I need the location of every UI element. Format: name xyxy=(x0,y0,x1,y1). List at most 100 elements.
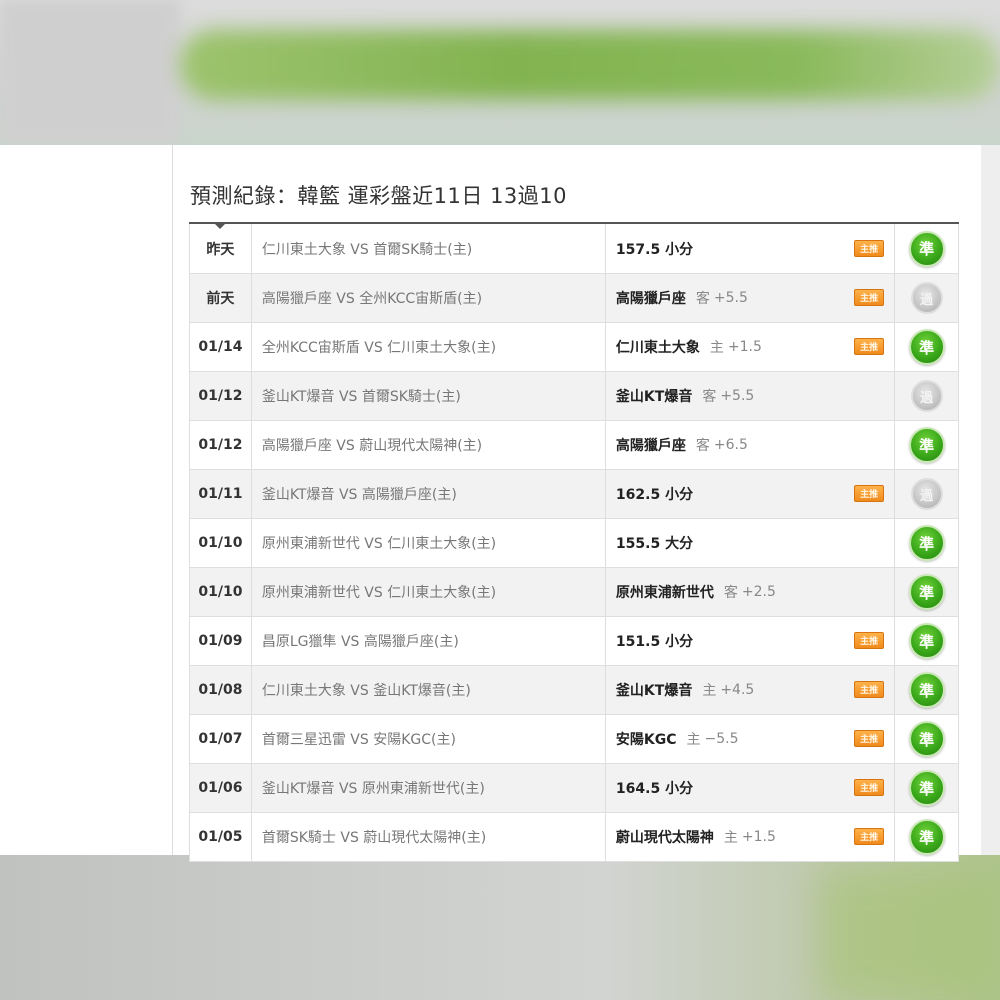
row-result: 準 xyxy=(895,715,959,763)
row-date: 01/10 xyxy=(190,519,252,567)
table-row[interactable]: 01/14 全州KCC宙斯盾 VS 仁川東土大象(主) 仁川東土大象主 +1.5 主推 準 xyxy=(189,323,959,372)
row-pick: 151.5 小分 主推 xyxy=(606,617,896,665)
row-match[interactable]: 全州KCC宙斯盾 VS 仁川東土大象(主) xyxy=(252,323,606,371)
row-result: 準 xyxy=(895,224,959,273)
table-row[interactable]: 01/08 仁川東土大象 VS 釜山KT爆音(主) 釜山KT爆音主 +4.5 主推 準 xyxy=(189,666,959,715)
blurred-green-blob xyxy=(820,870,1000,1000)
table-row[interactable]: 01/06 釜山KT爆音 VS 原州東浦新世代(主) 164.5 小分 主推 準 xyxy=(189,764,959,813)
result-hit-badge: 準 xyxy=(908,230,945,267)
result-hit-badge: 準 xyxy=(908,770,945,806)
row-result: 過 xyxy=(895,274,959,322)
row-match[interactable]: 釜山KT爆音 VS 原州東浦新世代(主) xyxy=(252,764,606,812)
hot-pick-badge: 主推 xyxy=(854,485,885,502)
tab-pointer-indicator xyxy=(213,222,227,229)
row-pick: 原州東浦新世代客 +2.5 xyxy=(606,568,896,616)
row-match[interactable]: 首爾SK騎士 VS 蔚山現代太陽神(主) xyxy=(252,813,606,861)
row-match[interactable]: 仁川東土大象 VS 首爾SK騎士(主) xyxy=(252,224,606,273)
row-date: 01/09 xyxy=(190,617,252,665)
prediction-record-table: 昨天 仁川東土大象 VS 首爾SK騎士(主) 157.5 小分 主推準前天 高陽獵戶座 … xyxy=(189,222,959,862)
row-result: 準 xyxy=(895,666,959,714)
pick-side: 客 xyxy=(723,585,738,601)
result-push-badge: 過 xyxy=(910,380,943,412)
table-row[interactable]: 01/10 原州東浦新世代 VS 仁川東土大象(主) 原州東浦新世代客 +2.5 準 xyxy=(189,568,959,617)
pick-side: 主 xyxy=(702,683,717,699)
hot-pick-badge: 主推 xyxy=(854,681,885,698)
blurred-backdrop-top-left xyxy=(0,0,180,145)
row-pick: 155.5 大分 xyxy=(606,519,896,567)
hot-pick-badge: 主推 xyxy=(854,730,885,747)
row-match[interactable]: 首爾三星迅雷 VS 安陽KGC(主) xyxy=(252,715,606,763)
table-row[interactable]: 01/10 原州東浦新世代 VS 仁川東土大象(主) 155.5 大分 準 xyxy=(189,519,959,568)
result-hit-badge: 準 xyxy=(908,623,945,659)
table-row[interactable]: 昨天 仁川東土大象 VS 首爾SK騎士(主) 157.5 小分 主推 準 xyxy=(189,224,959,274)
pick-handicap: +2.5 xyxy=(741,584,776,600)
table-row[interactable]: 前天 高陽獵戶座 VS 全州KCC宙斯盾(主) 高陽獵戶座客 +5.5 主推 過 xyxy=(189,274,959,323)
row-match[interactable]: 昌原LG獵隼 VS 高陽獵戶座(主) xyxy=(252,617,606,665)
row-match[interactable]: 原州東浦新世代 VS 仁川東土大象(主) xyxy=(252,568,606,616)
hot-pick-badge: 主推 xyxy=(854,828,885,845)
blurred-green-banner xyxy=(180,30,1000,100)
row-pick: 162.5 小分 主推 xyxy=(606,470,896,518)
row-result: 準 xyxy=(895,617,959,665)
hot-pick-badge: 主推 xyxy=(854,338,885,355)
row-date: 前天 xyxy=(190,274,252,322)
row-pick: 高陽獵戶座客 +6.5 xyxy=(606,421,896,469)
row-pick: 蔚山現代太陽神主 +1.5 主推 xyxy=(606,813,896,861)
table-row[interactable]: 01/05 首爾SK騎士 VS 蔚山現代太陽神(主) 蔚山現代太陽神主 +1.5 主推 準 xyxy=(189,813,959,862)
row-date: 01/08 xyxy=(190,666,252,714)
hot-pick-badge: 主推 xyxy=(854,239,885,257)
table-row[interactable]: 01/07 首爾三星迅雷 VS 安陽KGC(主) 安陽KGC 主 −5.5 主推 準 xyxy=(189,715,959,764)
table-row[interactable]: 01/09 昌原LG獵隼 VS 高陽獵戶座(主) 151.5 小分 主推 準 xyxy=(189,617,959,666)
row-date: 01/07 xyxy=(190,715,252,763)
pick-side: 主 xyxy=(686,732,701,748)
row-date: 01/10 xyxy=(190,568,252,616)
row-match[interactable]: 高陽獵戶座 VS 全州KCC宙斯盾(主) xyxy=(252,274,606,322)
table-row[interactable]: 01/11 釜山KT爆音 VS 高陽獵戶座(主) 162.5 小分 主推 過 xyxy=(189,470,959,519)
pick-handicap: −5.5 xyxy=(704,731,739,747)
pick-label: 高陽獵戶座 xyxy=(615,291,686,307)
pick-label: 原州東浦新世代 xyxy=(615,585,714,601)
row-date: 01/11 xyxy=(190,470,252,518)
pick-side: 主 xyxy=(723,830,738,846)
row-match[interactable]: 釜山KT爆音 VS 首爾SK騎士(主) xyxy=(252,372,606,420)
row-result: 準 xyxy=(895,323,959,371)
row-date: 01/12 xyxy=(190,421,252,469)
pick-label: 釜山KT爆音 xyxy=(615,683,693,699)
result-hit-badge: 準 xyxy=(908,672,945,708)
table-row[interactable]: 01/12 高陽獵戶座 VS 蔚山現代太陽神(主) 高陽獵戶座客 +6.5 準 xyxy=(189,421,959,470)
pick-handicap: +6.5 xyxy=(713,437,748,453)
pick-side: 客 xyxy=(695,291,710,307)
result-hit-badge: 準 xyxy=(908,525,945,561)
row-date: 01/06 xyxy=(190,764,252,812)
row-pick: 仁川東土大象主 +1.5 主推 xyxy=(606,323,896,371)
pick-label: 155.5 大分 xyxy=(615,536,694,552)
pick-label: 蔚山現代太陽神 xyxy=(615,830,714,846)
pick-label: 151.5 小分 xyxy=(615,634,694,650)
pick-label: 162.5 小分 xyxy=(615,487,694,503)
row-date: 01/14 xyxy=(190,323,252,371)
page-title: 預測紀錄：韓籃 運彩盤近11日 13過10 xyxy=(190,184,568,208)
page-right-margin xyxy=(981,145,1000,855)
table-row[interactable]: 01/12 釜山KT爆音 VS 首爾SK騎士(主) 釜山KT爆音客 +5.5 過 xyxy=(189,372,959,421)
pick-side: 主 xyxy=(709,340,724,356)
row-date: 01/12 xyxy=(190,372,252,420)
hot-pick-badge: 主推 xyxy=(854,289,885,306)
page-left-margin xyxy=(0,145,172,855)
row-match[interactable]: 仁川東土大象 VS 釜山KT爆音(主) xyxy=(252,666,606,714)
pick-side: 客 xyxy=(695,438,710,454)
row-result: 準 xyxy=(895,813,959,861)
row-result: 準 xyxy=(895,421,959,469)
row-match[interactable]: 原州東浦新世代 VS 仁川東土大象(主) xyxy=(252,519,606,567)
row-result: 過 xyxy=(895,372,959,420)
result-hit-badge: 準 xyxy=(908,329,945,365)
pick-handicap: +1.5 xyxy=(727,339,762,355)
row-result: 準 xyxy=(895,568,959,616)
row-pick: 釜山KT爆音客 +5.5 xyxy=(606,372,896,420)
pick-label: 安陽KGC xyxy=(615,732,677,748)
pick-handicap: +4.5 xyxy=(720,682,755,698)
pick-label: 釜山KT爆音 xyxy=(615,389,693,405)
result-hit-badge: 準 xyxy=(908,574,945,610)
result-hit-badge: 準 xyxy=(908,721,945,757)
row-match[interactable]: 釜山KT爆音 VS 高陽獵戶座(主) xyxy=(252,470,606,518)
row-match[interactable]: 高陽獵戶座 VS 蔚山現代太陽神(主) xyxy=(252,421,606,469)
